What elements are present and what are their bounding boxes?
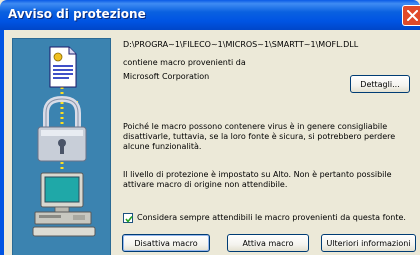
enable-macros-button[interactable]: Attiva macro [227, 234, 309, 252]
contains-text: contiene macro provenienti da [123, 58, 246, 67]
dialog-body: D:\PROGRA~1\FILECO~1\MICROS~1\SMARTT~1\M… [4, 30, 420, 255]
file-path: D:\PROGRA~1\FILECO~1\MICROS~1\SMARTT~1\M… [123, 40, 359, 49]
window-title: Avviso di protezione [8, 7, 146, 21]
title-bar[interactable]: Avviso di protezione [0, 0, 420, 30]
close-button[interactable] [402, 5, 420, 26]
more-info-button[interactable]: Ulteriori informazioni [321, 234, 416, 252]
computer-icon [32, 172, 96, 237]
illustration [32, 46, 96, 237]
close-icon [407, 10, 418, 21]
publisher-name: Microsoft Corporation [123, 72, 210, 81]
details-button[interactable]: Dettagli... [350, 75, 410, 93]
document-icon [49, 46, 77, 88]
virus-warning-text: Poiché le macro possono contenere virus … [123, 122, 396, 151]
trust-source-checkbox[interactable] [123, 213, 133, 223]
security-level-text: Il livello di protezione è impostato su … [123, 170, 392, 189]
disable-macros-button[interactable]: Disattiva macro [122, 234, 210, 252]
trust-source-label[interactable]: Considera sempre attendibili le macro pr… [137, 213, 406, 223]
illustration-pane [12, 38, 111, 255]
checkmark-icon [125, 216, 133, 223]
security-warning-dialog: Avviso di protezione D:\PROGRA~1\FILECO~… [0, 0, 420, 255]
